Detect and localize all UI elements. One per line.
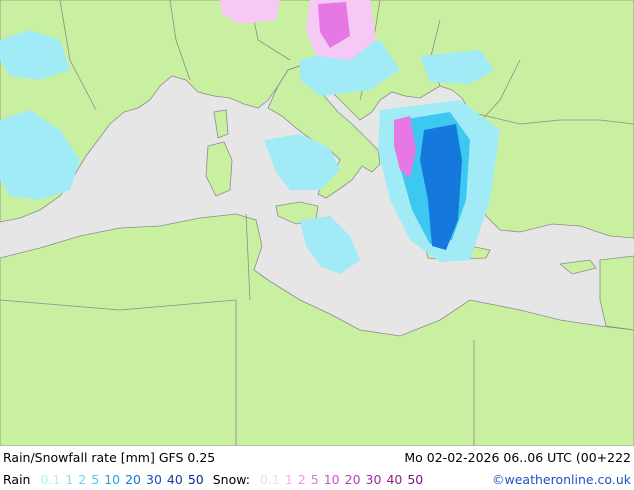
precipitation-map xyxy=(0,0,634,446)
snow-scale-value: 40 xyxy=(386,472,403,487)
rain-label: Rain xyxy=(3,472,31,487)
rain-scale-value: 30 xyxy=(146,472,162,487)
credit-link[interactable]: ©weatheronline.co.uk xyxy=(492,472,631,487)
map-title: Rain/Snowfall rate [mm] GFS 0.25 xyxy=(3,450,216,465)
rain-scale-value: 20 xyxy=(125,472,142,487)
rain-scale-value: 2 xyxy=(78,472,87,487)
snow-scale-value: 30 xyxy=(365,472,382,487)
forecast-datetime: Mo 02-02-2026 06..06 UTC (00+222 xyxy=(404,450,631,465)
snow-scale-value: 50 xyxy=(407,472,424,487)
rain-scale-value: 0.1 xyxy=(40,472,61,487)
snow-scale-value: 10 xyxy=(323,472,340,487)
snow-scale-value: 5 xyxy=(310,472,319,487)
snow-label: Snow: xyxy=(212,472,250,487)
rain-scale-value: 50 xyxy=(187,472,204,487)
snow-scale: 0.1 1 2 5 10 20 30 40 50 xyxy=(260,472,428,487)
rain-scale-value: 1 xyxy=(65,472,74,487)
footer-title-row: Rain/Snowfall rate [mm] GFS 0.25 Mo 02-0… xyxy=(3,450,631,468)
rain-scale-value: 40 xyxy=(166,472,183,487)
rain-scale: 0.1 1 2 5 10 20 30 40 50 xyxy=(40,472,208,487)
snow-scale-value: 2 xyxy=(297,472,306,487)
legend-footer: Rain/Snowfall rate [mm] GFS 0.25 Mo 02-0… xyxy=(0,446,634,490)
snow-scale-value: 0.1 xyxy=(259,472,280,487)
footer-scale-row: Rain 0.1 1 2 5 10 20 30 40 50 Snow: 0.1 1 2 5 10 20 30… xyxy=(3,472,631,490)
rain-scale-value: 5 xyxy=(91,472,100,487)
rain-scale-value: 10 xyxy=(104,472,121,487)
snow-scale-value: 20 xyxy=(344,472,361,487)
snow-scale-value: 1 xyxy=(284,472,293,487)
land-levant xyxy=(599,255,634,331)
